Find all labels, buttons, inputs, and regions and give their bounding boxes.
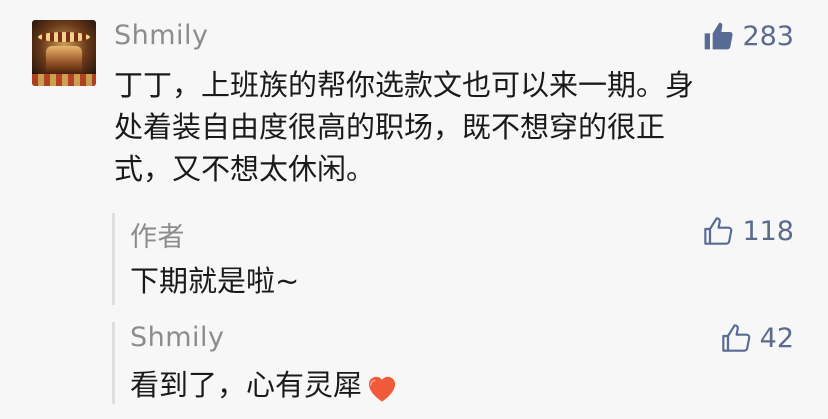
reply-text-row: 看到了，心有灵犀 (130, 364, 400, 406)
comment-like-button[interactable]: 283 (702, 20, 794, 52)
reply-text: 看到了，心有灵犀 (130, 368, 363, 402)
reply-divider (112, 322, 115, 404)
reply-like-button[interactable]: 118 (702, 215, 794, 247)
avatar[interactable] (32, 20, 96, 86)
reply-text: 下期就是啦~ (130, 264, 300, 298)
thumbs-up-outline-icon (704, 217, 733, 245)
comment-line: 式，又不想太休闲。 (114, 152, 376, 186)
thumbs-up-filled-icon (705, 22, 734, 50)
comment-username[interactable]: Shmily (114, 20, 209, 51)
reply-author-label: 作者 (130, 222, 185, 253)
comment-like-count: 283 (742, 20, 794, 52)
reply-like-button[interactable]: 42 (720, 322, 794, 354)
comment-text: 丁丁，上班族的帮你选款文也可以来一期。身 处着装自由度很高的职场，既不想穿的很正… (114, 64, 694, 190)
heart-emoji-icon (368, 376, 396, 402)
reply-like-count: 118 (742, 215, 794, 247)
comment-line: 处着装自由度很高的职场，既不想穿的很正 (114, 110, 666, 144)
reply-like-count: 42 (759, 322, 794, 354)
reply-divider (112, 213, 115, 305)
comment-line: 丁丁，上班族的帮你选款文也可以来一期。身 (114, 68, 695, 102)
reply-username[interactable]: Shmily (130, 322, 225, 353)
thumbs-up-outline-icon (721, 324, 750, 352)
